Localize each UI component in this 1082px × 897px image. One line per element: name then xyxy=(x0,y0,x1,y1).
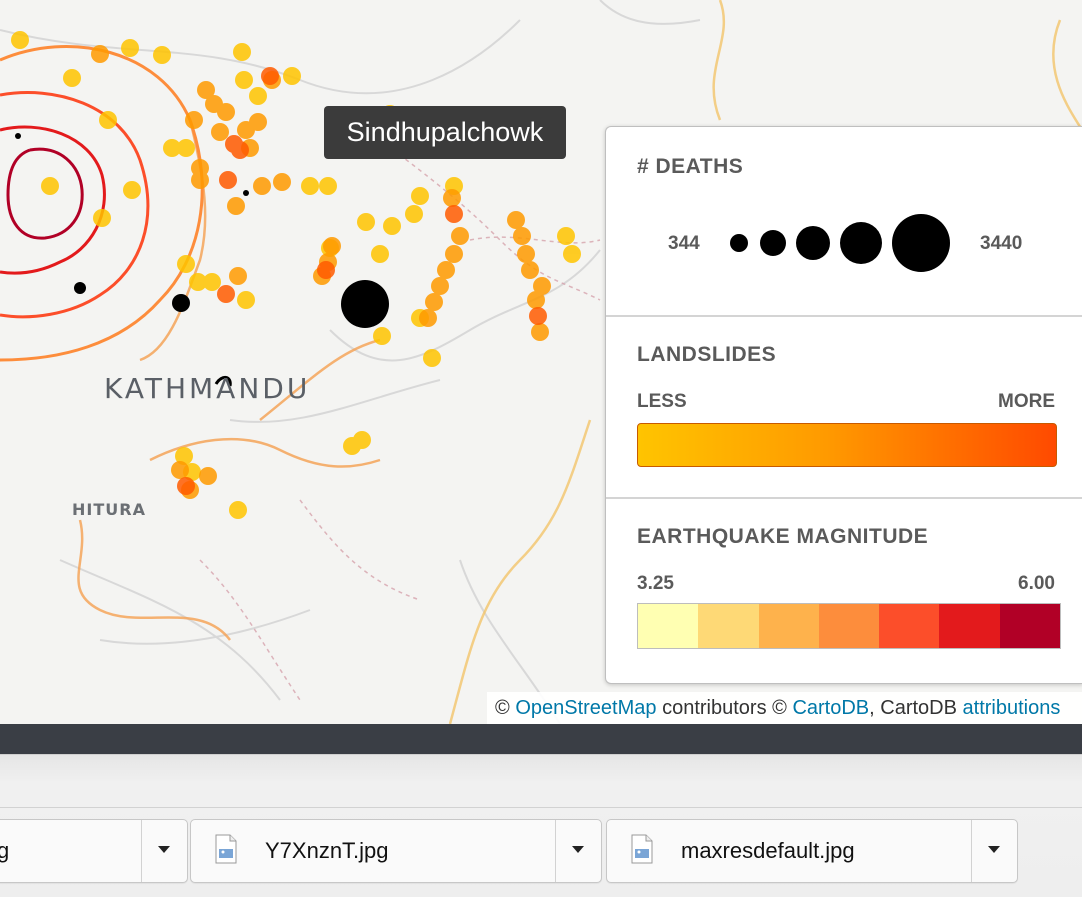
download-filename: g xyxy=(0,838,10,863)
image-file-icon xyxy=(215,834,237,864)
magnitude-swatch xyxy=(939,604,1000,648)
legend-deaths-max: 3440 xyxy=(980,233,1023,254)
image-file-icon xyxy=(631,834,653,864)
region-tooltip: Sindhupalchowk xyxy=(324,106,566,159)
download-menu-button[interactable] xyxy=(971,820,1016,882)
magnitude-swatch xyxy=(879,604,940,648)
cartodb-link[interactable]: CartoDB xyxy=(792,697,869,719)
legend-landslides-less: LESS xyxy=(637,391,687,412)
legend-deaths-min: 344 xyxy=(668,233,700,254)
legend-deaths: # DEATHS 344 3440 xyxy=(606,127,1082,317)
legend-deaths-title: # DEATHS xyxy=(637,155,744,178)
downloads-shelf: g Y7XnznT.jpg maxresdefault.jpg xyxy=(0,754,1082,897)
download-menu-button[interactable] xyxy=(555,820,600,882)
legend-landslides-title: LANDSLIDES xyxy=(637,343,777,366)
legend-magnitude-scale xyxy=(637,603,1061,649)
download-filename: Y7XnznT.jpg xyxy=(265,838,389,863)
chevron-down-icon xyxy=(988,846,1000,853)
place-label-kathmandu: KATHMANDU xyxy=(104,372,311,405)
map-legend: # DEATHS 344 3440 LANDSLIDES LESS MORE E… xyxy=(605,126,1082,684)
magnitude-swatch xyxy=(818,604,880,648)
place-label-hitura: HITURA xyxy=(72,500,146,519)
legend-landslides-gradient xyxy=(637,423,1057,467)
attribution-contributors: contributors © xyxy=(662,697,787,719)
magnitude-swatch xyxy=(698,604,759,648)
window-bottom-bar xyxy=(0,724,1082,754)
legend-magnitude: EARTHQUAKE MAGNITUDE 3.25 6.00 xyxy=(606,499,1082,683)
download-menu-button[interactable] xyxy=(141,820,186,882)
download-item[interactable]: maxresdefault.jpg xyxy=(606,819,1018,883)
map-attribution: © OpenStreetMap contributors © CartoDB, … xyxy=(487,692,1082,724)
magnitude-swatch xyxy=(758,604,819,648)
attribution-cartodb-text: , CartoDB xyxy=(869,697,957,719)
chevron-down-icon xyxy=(572,846,584,853)
landslide-points xyxy=(11,31,581,519)
download-filename: maxresdefault.jpg xyxy=(681,838,855,863)
legend-magnitude-min: 3.25 xyxy=(637,573,674,594)
map-view[interactable]: KATHMANDU HITURA Sindhupalchowk # DEATHS… xyxy=(0,0,1082,724)
openstreetmap-link[interactable]: OpenStreetMap xyxy=(515,697,656,719)
download-item[interactable]: g xyxy=(0,819,188,883)
legend-landslides-more: MORE xyxy=(998,391,1055,412)
legend-magnitude-max: 6.00 xyxy=(1018,573,1055,594)
chevron-down-icon xyxy=(158,846,170,853)
legend-magnitude-title: EARTHQUAKE MAGNITUDE xyxy=(637,525,929,548)
legend-deaths-circles xyxy=(730,214,950,272)
magnitude-swatch xyxy=(638,604,699,648)
shelf-divider xyxy=(0,807,1082,808)
magnitude-swatch xyxy=(999,604,1060,648)
attributions-link[interactable]: attributions xyxy=(963,697,1061,719)
legend-landslides: LANDSLIDES LESS MORE xyxy=(606,317,1082,499)
download-item[interactable]: Y7XnznT.jpg xyxy=(190,819,602,883)
attribution-copyright: © xyxy=(495,697,510,719)
